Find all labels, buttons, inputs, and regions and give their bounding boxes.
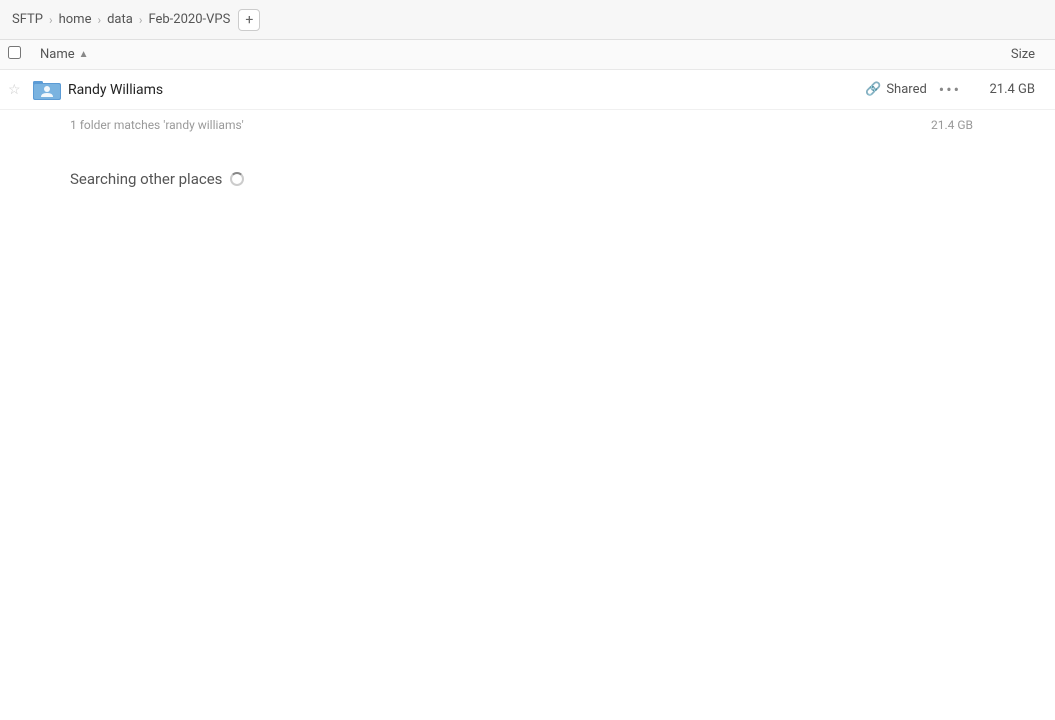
more-icon: ••• bbox=[939, 80, 961, 99]
breadcrumb-sep-3: › bbox=[137, 13, 145, 27]
name-column-label: Name bbox=[40, 47, 75, 62]
more-options-button[interactable]: ••• bbox=[939, 80, 961, 99]
column-header: Name ▲ Size bbox=[0, 40, 1055, 70]
file-row-randy-williams[interactable]: ☆ Randy Williams 🔗 Shared ••• 21.4 GB bbox=[0, 70, 1055, 110]
folder-icon-container bbox=[32, 78, 64, 102]
shared-badge: 🔗 Shared bbox=[865, 82, 927, 97]
search-info-text: 1 folder matches 'randy williams' bbox=[70, 118, 244, 132]
sort-indicator: ▲ bbox=[79, 49, 89, 60]
star-button[interactable]: ☆ bbox=[8, 82, 32, 98]
breadcrumb-sep-2: › bbox=[95, 13, 103, 27]
topbar: SFTP › home › data › Feb-2020-VPS + bbox=[0, 0, 1055, 40]
add-icon: + bbox=[245, 12, 253, 28]
loading-spinner bbox=[230, 172, 244, 186]
breadcrumb-sftp-label: SFTP bbox=[12, 12, 43, 27]
star-icon: ☆ bbox=[8, 82, 21, 98]
search-info: 1 folder matches 'randy williams' 21.4 G… bbox=[0, 110, 1055, 140]
searching-other-places-section: Searching other places bbox=[0, 140, 1055, 198]
size-column-label: Size bbox=[1011, 47, 1035, 62]
breadcrumb: SFTP › home › data › Feb-2020-VPS + bbox=[8, 9, 260, 31]
breadcrumb-sep-1: › bbox=[47, 13, 55, 27]
searching-other-places-label: Searching other places bbox=[70, 170, 222, 188]
select-all-checkbox-container[interactable] bbox=[8, 46, 40, 63]
select-all-checkbox[interactable] bbox=[8, 46, 21, 59]
breadcrumb-data[interactable]: data bbox=[103, 10, 137, 29]
folder-icon bbox=[33, 78, 63, 102]
breadcrumb-add-button[interactable]: + bbox=[238, 9, 260, 31]
breadcrumb-sftp[interactable]: SFTP bbox=[8, 10, 47, 29]
breadcrumb-feb-2020-vps[interactable]: Feb-2020-VPS bbox=[144, 10, 234, 29]
breadcrumb-home[interactable]: home bbox=[55, 10, 96, 29]
breadcrumb-home-label: home bbox=[59, 12, 92, 27]
file-name: Randy Williams bbox=[64, 82, 865, 98]
search-info-size: 21.4 GB bbox=[931, 118, 985, 132]
breadcrumb-feb-label: Feb-2020-VPS bbox=[148, 12, 230, 27]
size-column-header[interactable]: Size bbox=[967, 47, 1047, 62]
breadcrumb-data-label: data bbox=[107, 12, 133, 27]
name-column-header[interactable]: Name ▲ bbox=[40, 47, 967, 62]
file-size: 21.4 GB bbox=[977, 82, 1047, 97]
link-icon: 🔗 bbox=[865, 82, 881, 97]
shared-label: Shared bbox=[886, 82, 926, 97]
